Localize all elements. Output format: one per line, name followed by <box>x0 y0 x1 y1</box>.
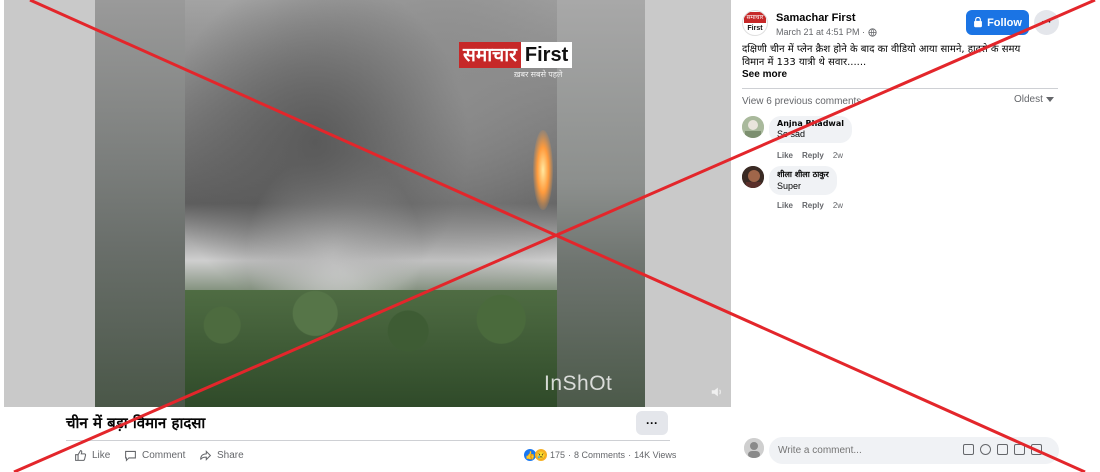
fire-glow <box>533 130 553 210</box>
follow-page-icon <box>974 17 983 28</box>
reaction-count[interactable]: 175 <box>550 450 565 460</box>
avatar-sticker-icon[interactable] <box>963 444 974 455</box>
inshot-watermark: InShOt <box>544 372 613 395</box>
volume-icon[interactable] <box>710 385 724 399</box>
like-label: Like <box>92 450 111 461</box>
emoji-icon[interactable] <box>980 444 991 455</box>
comment-input-icons <box>963 444 1042 455</box>
comment-time[interactable]: 2w <box>833 151 843 160</box>
comment-author[interactable]: शीला शीला ठाकुर <box>777 169 829 180</box>
comment-text: So sad <box>777 129 806 139</box>
thumbs-up-icon <box>75 450 87 461</box>
comment-avatar[interactable] <box>742 166 764 188</box>
video-player[interactable]: समाचार First ख़बर सबसे पहले InShOt <box>4 0 731 407</box>
comment-like-link[interactable]: Like <box>777 151 793 160</box>
user-silhouette-icon <box>744 438 764 458</box>
sad-reaction-icon[interactable]: 😢 <box>535 449 547 461</box>
sticker-icon[interactable] <box>1031 444 1042 455</box>
current-user-avatar[interactable] <box>744 438 764 458</box>
comment-sort-dropdown[interactable]: Oldest <box>1014 94 1054 105</box>
comment-actions: Like Reply 2w <box>777 151 843 160</box>
comment-button[interactable]: Comment <box>124 449 185 462</box>
post-stats: 👍 😢 175 · 8 Comments · 14K Views <box>524 449 676 461</box>
logo-hindi-text: समाचार <box>459 42 521 68</box>
logo-english-text: First <box>520 42 573 68</box>
post-timestamp[interactable]: March 21 at 4:51 PM · <box>776 27 865 37</box>
stats-dot: · <box>568 450 572 460</box>
gif-icon[interactable] <box>1014 444 1025 455</box>
comment-like-link[interactable]: Like <box>777 201 793 210</box>
post-meta: March 21 at 4:51 PM · <box>776 27 877 37</box>
divider <box>66 440 670 441</box>
comment-icon <box>125 450 136 462</box>
view-previous-comments[interactable]: View 6 previous comments <box>742 96 861 107</box>
views-count: 14K Views <box>634 450 677 460</box>
post-text: दक्षिणी चीन में प्लेन क्रैश होने के बाद … <box>742 43 1060 69</box>
comment-actions: Like Reply 2w <box>777 201 843 210</box>
comments-count[interactable]: 8 Comments <box>574 450 625 460</box>
channel-logo: समाचार First <box>459 42 573 68</box>
comment-text: Super <box>777 181 802 191</box>
comment-sort-label: Oldest <box>1014 94 1043 105</box>
page-avatar[interactable]: समाचार First <box>742 10 768 36</box>
page-avatar-top: समाचार <box>744 12 766 23</box>
comment-label: Comment <box>142 450 186 461</box>
page-avatar-bottom: First <box>747 25 763 32</box>
video-more-button[interactable]: ··· <box>636 411 668 435</box>
share-icon <box>200 450 212 461</box>
comment-bubble: शीला शीला ठाकुर Super <box>769 166 837 195</box>
stats-dot: · <box>628 450 632 460</box>
post-text-line-2: विमान में 133 यात्री थे सवार...... <box>742 57 867 68</box>
comment-bubble: Anjna Bhadwal So sad <box>769 116 852 143</box>
comment-reply-link[interactable]: Reply <box>802 201 824 210</box>
facebook-video-post: समाचार First ख़बर सबसे पहले InShOt चीन म… <box>0 0 1100 472</box>
comment-time[interactable]: 2w <box>833 201 843 210</box>
comments-divider <box>742 88 1058 89</box>
video-blur-left <box>95 0 185 407</box>
video-title: चीन में बड़ा विमान हादसा <box>66 414 206 432</box>
follow-label: Follow <box>987 16 1022 29</box>
logo-tagline: ख़बर सबसे पहले <box>514 70 563 79</box>
post-text-line-1: दक्षिणी चीन में प्लेन क्रैश होने के बाद … <box>742 44 1021 55</box>
like-button[interactable]: Like <box>74 449 110 462</box>
post-more-button[interactable]: ··· <box>1034 10 1059 35</box>
comment-reply-link[interactable]: Reply <box>802 151 824 160</box>
globe-icon <box>868 27 877 37</box>
user-photo-icon <box>742 116 764 138</box>
comment-author[interactable]: Anjna Bhadwal <box>777 119 844 128</box>
camera-icon[interactable] <box>997 444 1008 455</box>
chevron-down-icon <box>1045 96 1054 102</box>
user-photo-icon <box>742 166 764 188</box>
see-more-link[interactable]: See more <box>742 69 787 80</box>
share-label: Share <box>217 450 244 461</box>
comment-input[interactable] <box>778 445 958 456</box>
follow-button[interactable]: Follow <box>966 10 1029 35</box>
forest-trees <box>185 290 557 407</box>
comment-avatar[interactable] <box>742 116 764 138</box>
page-name-link[interactable]: Samachar First <box>776 12 855 24</box>
share-button[interactable]: Share <box>199 449 244 462</box>
